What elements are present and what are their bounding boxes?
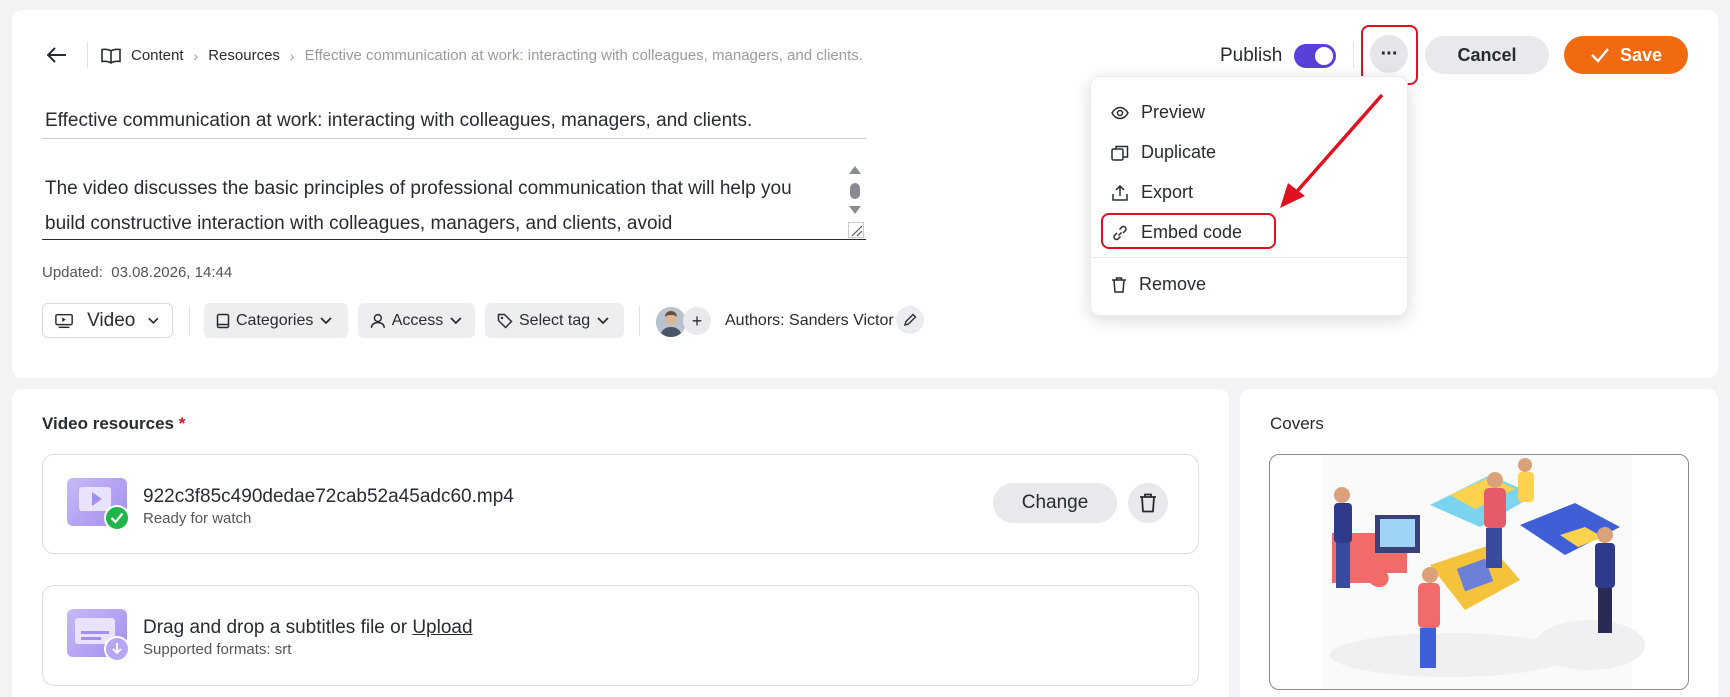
chevron-down-icon: [597, 316, 609, 324]
authors-text: Authors: Sanders Victor: [725, 312, 894, 329]
export-icon: [1112, 184, 1128, 201]
check-circle-icon: [104, 505, 130, 531]
change-video-button[interactable]: Change: [993, 483, 1117, 523]
divider: [1353, 42, 1354, 68]
menu-divider: [1091, 257, 1407, 258]
arrow-left-icon: [47, 47, 66, 63]
book-icon: [216, 313, 230, 328]
chevron-down-icon: [148, 317, 159, 324]
updated-label: Updated:: [42, 264, 103, 281]
author-avatar[interactable]: [656, 307, 686, 337]
divider: [639, 306, 640, 336]
subtitles-formats: Supported formats: srt: [143, 641, 292, 658]
video-file-status: Ready for watch: [143, 510, 252, 527]
eye-icon: [1111, 106, 1129, 119]
video-icon: [55, 313, 73, 328]
menu-item-remove[interactable]: Remove: [1111, 274, 1206, 295]
chevron-down-icon: [450, 316, 462, 324]
tag-icon: [497, 313, 513, 329]
cancel-button[interactable]: Cancel: [1425, 36, 1549, 74]
breadcrumb-content[interactable]: Content: [131, 47, 184, 64]
highlight-embed-code: [1101, 213, 1276, 249]
cover-image[interactable]: [1269, 454, 1689, 690]
video-file-name: 922c3f85c490dedae72cab52a45adc60.mp4: [143, 486, 514, 507]
updated-value: 03.08.2026, 14:44: [111, 264, 233, 281]
video-resources-title: Video resources *: [42, 414, 185, 434]
edit-authors-button[interactable]: [896, 306, 924, 334]
menu-item-duplicate[interactable]: Duplicate: [1111, 142, 1216, 163]
type-select[interactable]: Video: [42, 303, 173, 338]
chevron-down-icon: [320, 316, 333, 324]
menu-item-label: Duplicate: [1141, 142, 1217, 162]
categories-label: Categories: [236, 311, 314, 329]
menu-item-export[interactable]: Export: [1111, 182, 1193, 203]
subtitles-instruction: Drag and drop a subtitles file or Upload: [143, 617, 473, 639]
cover-illustration-icon: [1322, 455, 1645, 689]
annotation-arrow-icon: [1280, 93, 1384, 208]
upload-link[interactable]: Upload: [412, 617, 472, 638]
categories-select[interactable]: Categories: [204, 303, 348, 338]
resize-handle-icon[interactable]: [848, 222, 864, 238]
save-label: Save: [1619, 44, 1663, 65]
required-mark: *: [178, 414, 186, 433]
save-button[interactable]: Save: [1564, 36, 1688, 74]
access-select[interactable]: Access: [358, 303, 475, 338]
menu-item-label: Remove: [1139, 274, 1207, 294]
user-icon: [370, 313, 385, 328]
title-field[interactable]: Effective communication at work: interac…: [42, 99, 866, 139]
delete-video-button[interactable]: [1128, 483, 1168, 523]
breadcrumb-resources[interactable]: Resources: [208, 47, 280, 64]
publish-control: Publish: [1220, 44, 1337, 68]
subtitles-instruction-text: Drag and drop a subtitles file or: [143, 617, 413, 638]
publish-toggle[interactable]: [1294, 44, 1337, 68]
menu-item-preview[interactable]: Preview: [1111, 102, 1205, 123]
divider: [189, 306, 190, 336]
tag-select[interactable]: Select tag: [485, 303, 624, 338]
chevron-right-icon: ›: [193, 47, 199, 64]
add-author-button[interactable]: +: [683, 307, 711, 335]
plus-icon: +: [691, 310, 703, 331]
book-icon: [101, 48, 121, 64]
copy-icon: [1111, 145, 1129, 161]
breadcrumb: Content › Resources › Effective communic…: [101, 47, 863, 64]
video-resources-title-text: Video resources: [42, 414, 174, 433]
menu-item-label: Preview: [1141, 102, 1206, 122]
covers-title: Covers: [1270, 414, 1324, 433]
access-label: Access: [391, 311, 444, 329]
back-button[interactable]: [44, 44, 70, 66]
description-scrollbar[interactable]: [848, 166, 862, 218]
publish-label: Publish: [1220, 45, 1283, 66]
description-field[interactable]: The video discusses the basic principles…: [42, 165, 866, 240]
divider: [87, 42, 88, 68]
tag-label: Select tag: [519, 311, 591, 329]
updated-info: Updated: 03.08.2026, 14:44: [42, 264, 232, 281]
breadcrumb-current: Effective communication at work: interac…: [304, 47, 863, 64]
check-icon: [1591, 48, 1609, 63]
type-label: Video: [87, 309, 136, 331]
trash-icon: [1140, 493, 1156, 513]
menu-item-label: Export: [1141, 182, 1194, 202]
trash-icon: [1112, 276, 1126, 293]
download-circle-icon: [104, 636, 130, 662]
chevron-right-icon: ›: [289, 47, 295, 64]
pencil-icon: [903, 313, 917, 327]
